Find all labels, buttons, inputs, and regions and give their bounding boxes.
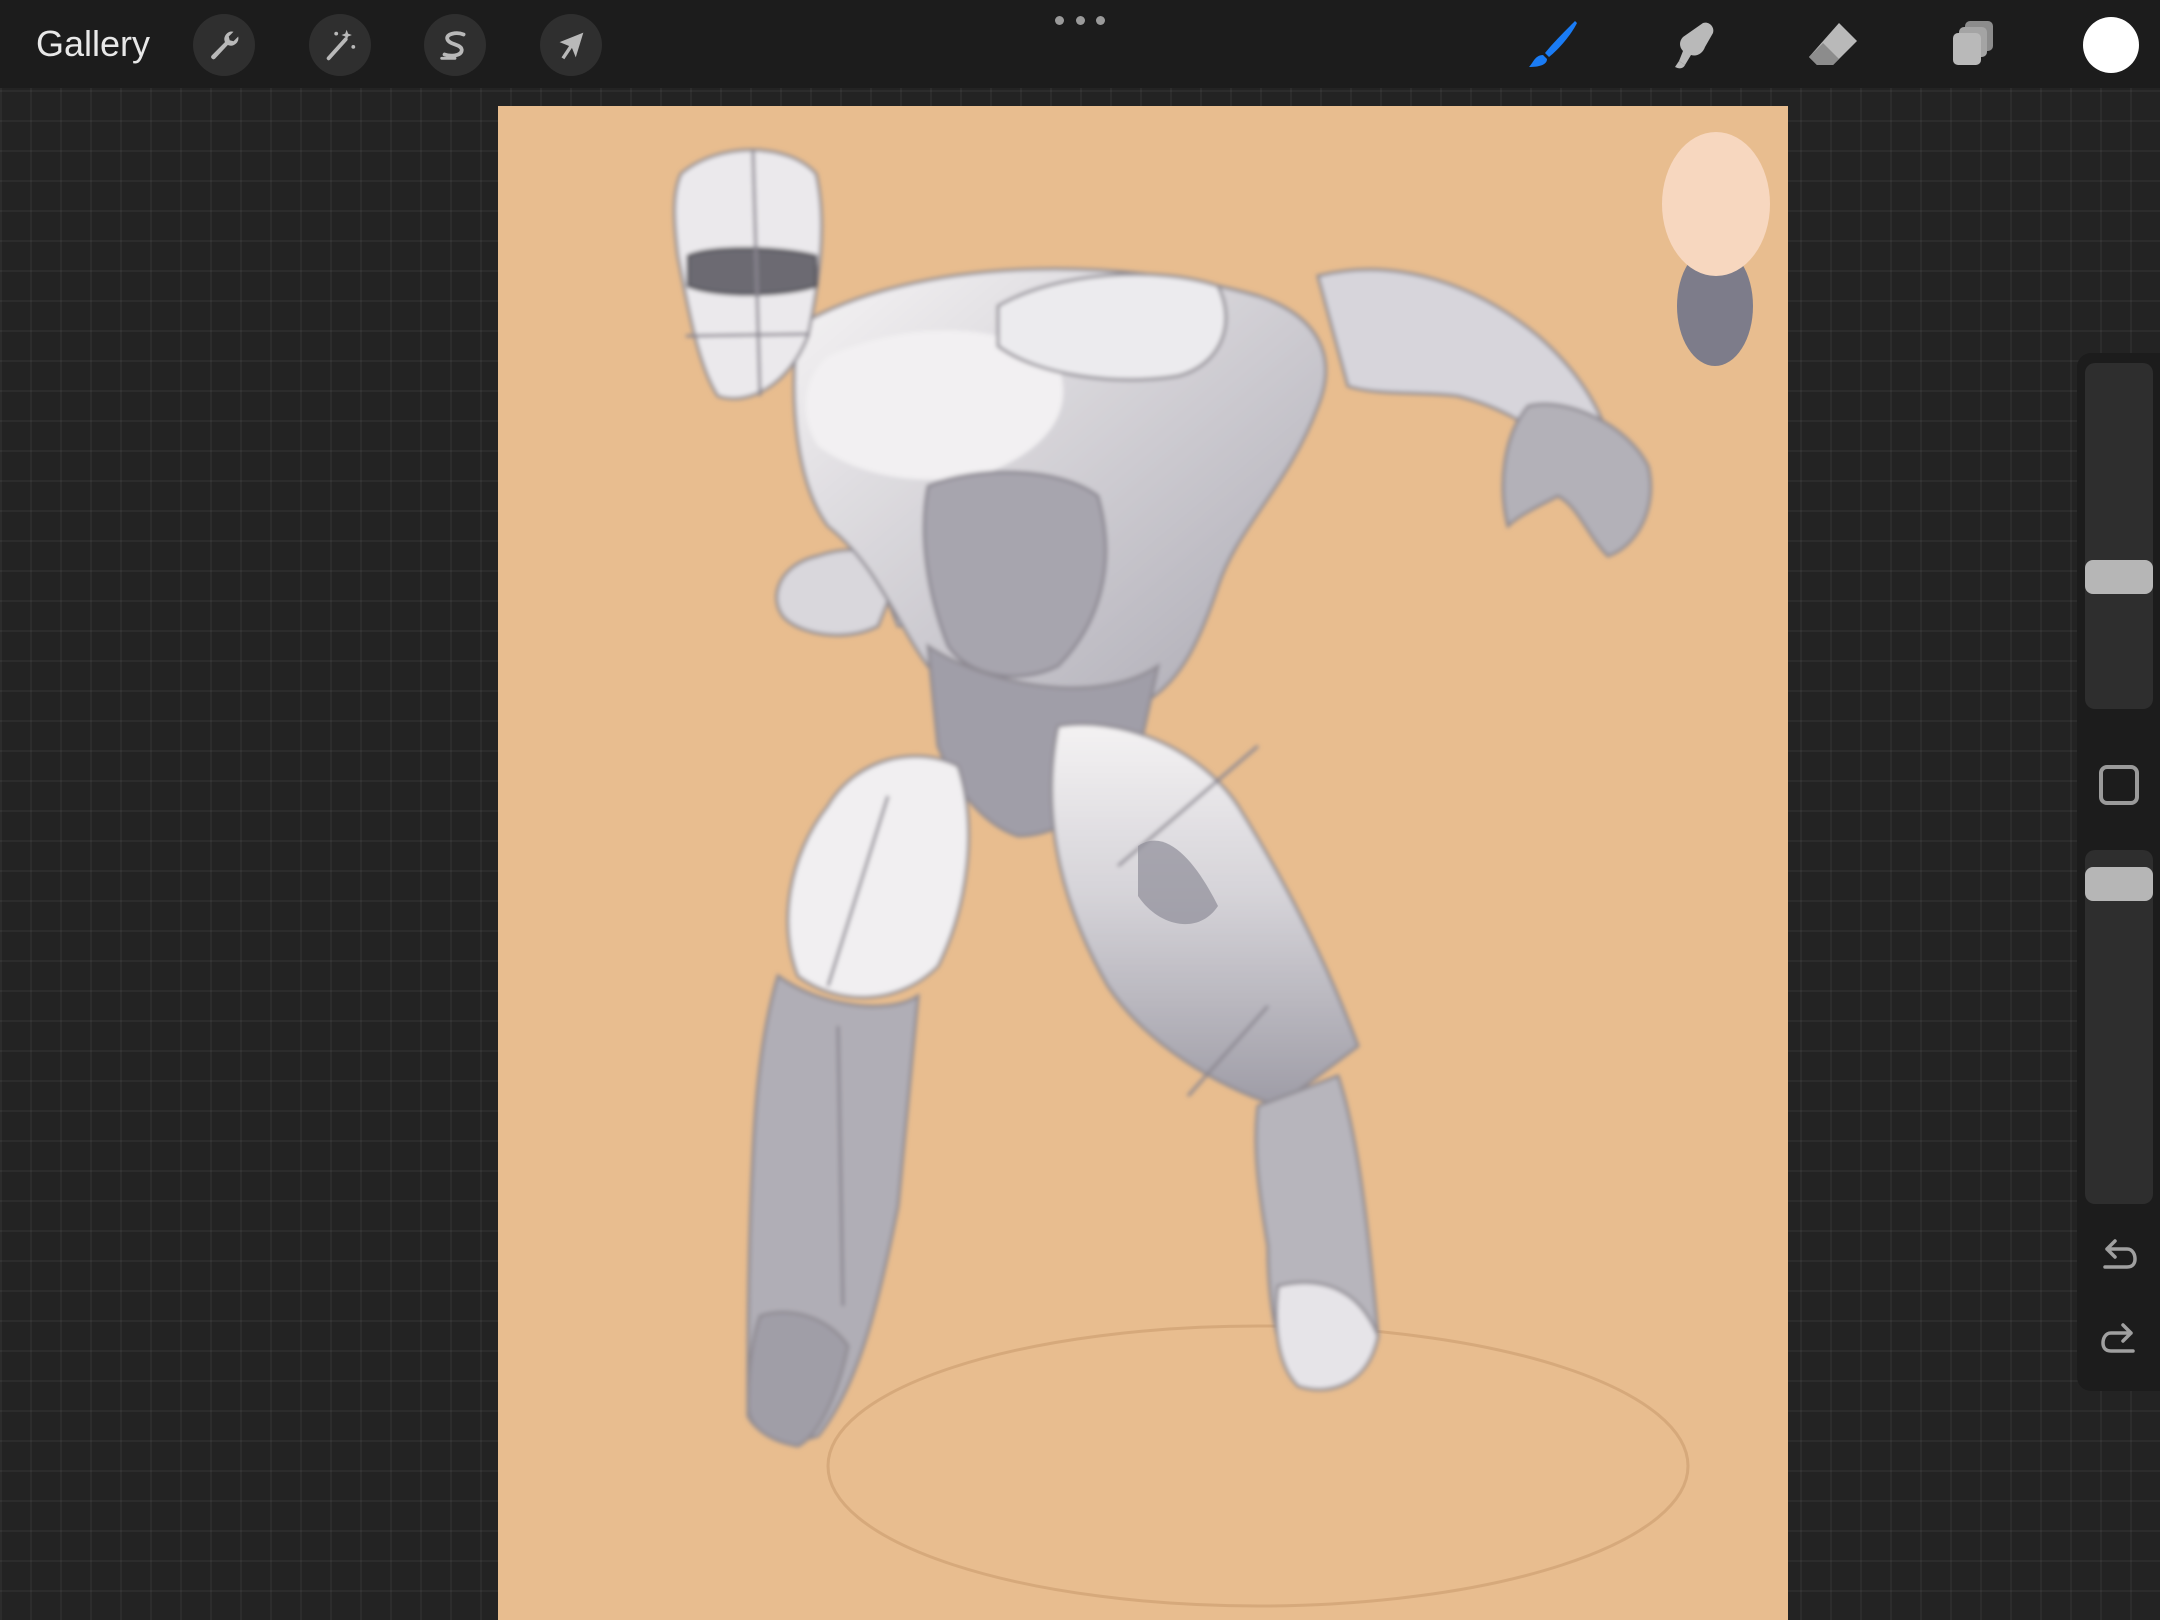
dot-icon <box>1075 15 1085 25</box>
arrow-cursor-icon <box>559 32 584 60</box>
redo-icon <box>2101 1323 2135 1353</box>
dot-icon <box>1096 15 1105 25</box>
gallery-button[interactable]: Gallery <box>36 20 150 68</box>
undo-button[interactable] <box>2094 1230 2144 1280</box>
smudge-tool-button[interactable] <box>1660 12 1726 78</box>
figure-sketch-artwork <box>673 132 1770 1608</box>
redo-button[interactable] <box>2094 1314 2144 1364</box>
drawing-canvas[interactable] <box>498 106 1788 1620</box>
brush-size-thumb[interactable] <box>2085 560 2153 594</box>
brush-tool-button[interactable] <box>1520 12 1586 78</box>
color-picker-button[interactable] <box>2083 17 2139 73</box>
layers-icon <box>1953 21 1993 65</box>
brush-size-slider[interactable] <box>2085 363 2153 709</box>
eraser-icon <box>1809 23 1857 65</box>
selection-button[interactable] <box>424 14 486 76</box>
more-options-button[interactable] <box>1055 10 1105 30</box>
brush-icon <box>1529 21 1577 67</box>
side-bar <box>2077 353 2160 1391</box>
opacity-slider[interactable] <box>2085 850 2153 1204</box>
undo-icon <box>2103 1239 2137 1269</box>
adjustments-button[interactable] <box>309 14 371 76</box>
actions-button[interactable] <box>193 14 255 76</box>
eraser-tool-button[interactable] <box>1800 12 1866 78</box>
opacity-thumb[interactable] <box>2085 867 2153 901</box>
selection-s-icon <box>440 31 466 60</box>
dot-icon <box>1055 15 1064 25</box>
modify-square-icon[interactable] <box>2099 765 2139 805</box>
wrench-icon <box>211 31 239 60</box>
magic-wand-icon <box>326 29 356 61</box>
smudge-finger-icon <box>1675 22 1714 69</box>
top-toolbar: Gallery <box>0 0 2160 88</box>
transform-button[interactable] <box>540 14 602 76</box>
layers-tool-button[interactable] <box>1940 12 2006 78</box>
